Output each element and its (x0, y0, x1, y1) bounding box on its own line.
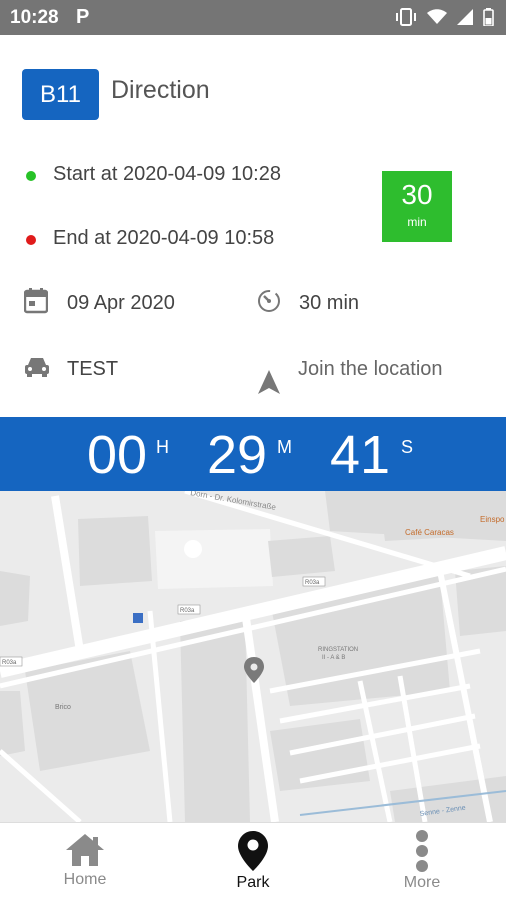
map-road-label-2: R03a (180, 608, 195, 614)
status-bar: 10:28 P (0, 0, 506, 35)
map-station-label: RINGSTATION (318, 647, 358, 653)
duration-badge: 30 min (382, 171, 452, 242)
timer-seconds: 41 (330, 425, 391, 485)
location-pin-icon (238, 831, 268, 876)
timer-minutes: 29 (207, 425, 268, 485)
more-vertical-icon (415, 830, 429, 877)
timer-minutes-unit: M (277, 437, 292, 457)
map-view[interactable]: Dorn - Dr. Kolomirstraße Café Caracas Ei… (0, 491, 506, 822)
map-road-label-3: R03a (2, 660, 17, 666)
calendar-icon (23, 288, 49, 319)
start-indicator-dot (26, 171, 36, 181)
home-icon (65, 833, 105, 872)
signal-icon (457, 9, 473, 30)
navigation-arrow-icon[interactable] (258, 370, 280, 399)
end-indicator-dot (26, 235, 36, 245)
parking-duration-text: 30 min (299, 292, 360, 314)
map-canvas: Dorn - Dr. Kolomirstraße Café Caracas Ei… (0, 491, 506, 822)
countdown-timer: 00 H 29 M 41 S (0, 417, 506, 491)
map-road-label-1: R03a (305, 580, 320, 586)
nav-park[interactable]: Park (193, 823, 313, 900)
wifi-icon (427, 9, 447, 30)
end-time: End at 2020-04-09 10:58 (53, 227, 275, 249)
bottom-navigation: Home Park More (0, 822, 506, 900)
nav-park-label: Park (236, 874, 270, 891)
notification-icon: P (76, 6, 90, 28)
vibrate-icon (395, 8, 417, 31)
page-title: Direction (111, 76, 210, 104)
map-station-sub-label: II - A & B (322, 655, 345, 661)
timer-icon (257, 289, 281, 318)
nav-more[interactable]: More (362, 823, 482, 900)
zone-badge: B11 (22, 69, 99, 120)
timer-hours: 00 (87, 425, 148, 485)
status-time: 10:28 (10, 7, 59, 28)
timer-seconds-unit: S (401, 437, 414, 457)
nav-home-label: Home (63, 871, 107, 888)
timer-hours-unit: H (156, 437, 169, 457)
map-cafe-label: Café Caracas (405, 528, 454, 537)
battery-icon (483, 8, 494, 31)
parking-date: 09 Apr 2020 (67, 292, 175, 314)
start-time: Start at 2020-04-09 10:28 (53, 163, 281, 185)
status-icons (395, 8, 494, 31)
vehicle-plate: TEST (67, 358, 119, 380)
nav-more-label: More (403, 874, 441, 891)
join-location-link[interactable]: Join the location (298, 358, 443, 381)
car-icon (24, 356, 50, 383)
duration-unit: min (407, 215, 427, 229)
nav-home[interactable]: Home (25, 823, 145, 900)
bus-stop-icon (133, 613, 143, 623)
map-brico-label: Brico (55, 704, 71, 711)
duration-value: 30 (401, 179, 433, 210)
map-corner-label: Einspo (480, 515, 505, 524)
